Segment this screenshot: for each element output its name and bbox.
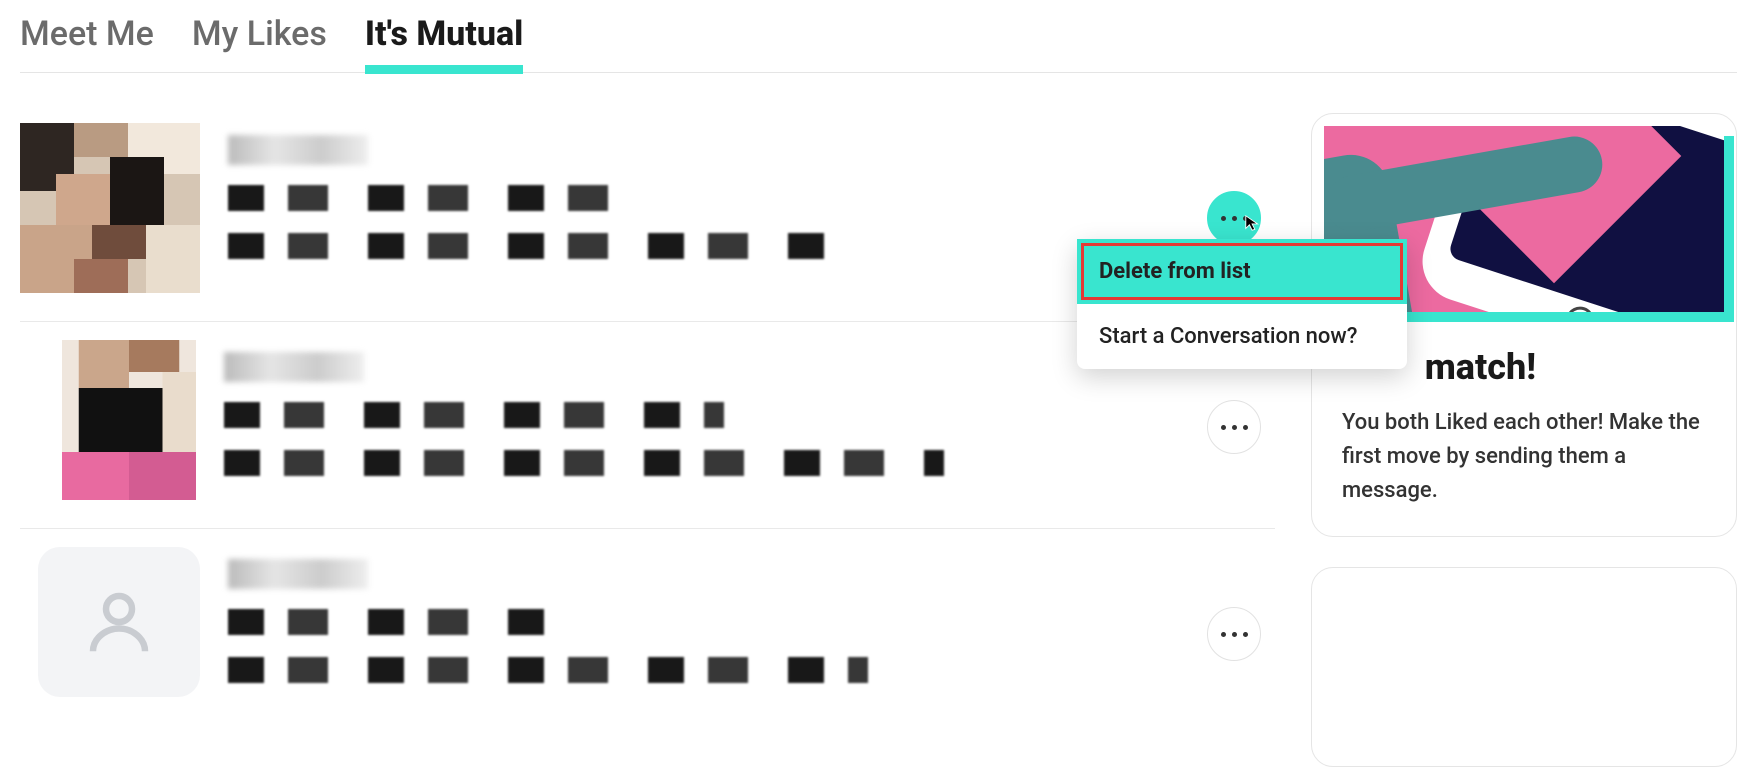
redacted-line [228, 185, 628, 211]
pixelated-photo [20, 123, 200, 293]
more-options-button[interactable] [1207, 191, 1261, 245]
match-card-text: You both Liked each other! Make the firs… [1342, 406, 1706, 508]
tab-meet-me[interactable]: Meet Me [20, 14, 154, 72]
avatar[interactable] [62, 340, 196, 500]
tab-my-likes[interactable]: My Likes [192, 14, 327, 72]
dropdown-start-conversation[interactable]: Start a Conversation now? [1077, 304, 1407, 369]
list-item [20, 529, 1275, 733]
redacted-line [228, 657, 868, 683]
mutual-list: Delete from list Start a Conversation no… [20, 113, 1275, 767]
redacted-line [228, 233, 828, 259]
pixelated-photo [62, 340, 196, 500]
content-area: Delete from list Start a Conversation no… [20, 113, 1737, 767]
redacted-name [228, 559, 368, 589]
options-dropdown: Delete from list Start a Conversation no… [1077, 239, 1407, 369]
redacted-name [228, 135, 368, 165]
dropdown-delete-from-list[interactable]: Delete from list [1077, 239, 1407, 304]
more-options-button[interactable] [1207, 400, 1261, 454]
redacted-line [224, 450, 944, 476]
list-item-info [228, 547, 1269, 705]
user-icon [80, 583, 158, 661]
more-options-button[interactable] [1207, 607, 1261, 661]
tabs-bar: Meet Me My Likes It's Mutual [20, 0, 1737, 73]
redacted-line [228, 609, 548, 635]
sidebar-empty-card [1311, 567, 1737, 767]
avatar[interactable] [20, 123, 200, 293]
list-item: Delete from list Start a Conversation no… [20, 113, 1275, 322]
avatar-placeholder[interactable] [38, 547, 200, 697]
sidebar: It's a match! You both Liked each other!… [1311, 113, 1737, 767]
tab-its-mutual[interactable]: It's Mutual [365, 14, 523, 72]
cursor-icon [1244, 214, 1262, 232]
redacted-name [224, 352, 364, 382]
redacted-line [224, 402, 724, 428]
